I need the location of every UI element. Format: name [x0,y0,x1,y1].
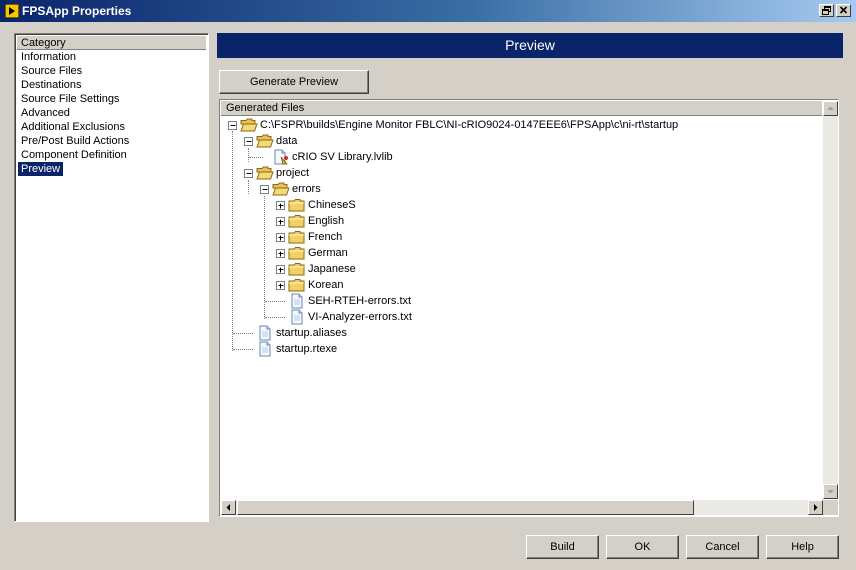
arrow-down-icon [827,490,834,494]
tree-label: C:\FSPR\builds\Engine Monitor FBLC\NI-cR… [260,119,679,131]
category-item-source-files[interactable]: Source Files [18,64,85,78]
help-button[interactable]: Help [766,535,839,559]
horizontal-scrollbar[interactable] [221,500,823,515]
category-item-additional-exclusions[interactable]: Additional Exclusions [18,120,128,134]
restore-icon [822,6,831,15]
category-item-preview[interactable]: Preview [18,162,64,176]
tree-label: data [276,135,298,147]
tree-connector [248,180,249,194]
scroll-up-button[interactable] [823,101,838,116]
tree-label: ChineseS [308,199,356,211]
tree-label: cRIO SV Library.lvlib [292,151,393,163]
page-title: Preview [217,33,843,58]
build-button[interactable]: Build [526,535,599,559]
folder-open-icon [256,165,274,181]
arrow-right-icon [814,504,818,511]
tree-connector [265,301,285,302]
tree-label: errors [292,183,321,195]
generate-preview-button[interactable]: Generate Preview [219,70,369,94]
expand-icon[interactable] [276,233,285,242]
scroll-left-button[interactable] [221,500,236,515]
close-button[interactable] [836,4,851,17]
expand-icon[interactable] [276,249,285,258]
expand-icon[interactable] [276,201,285,210]
tree-label: Japanese [308,263,356,275]
ok-button[interactable]: OK [606,535,679,559]
category-header: Category [17,36,206,50]
expand-icon[interactable] [276,217,285,226]
tree-label: startup.aliases [276,327,347,339]
category-item-advanced[interactable]: Advanced [18,106,73,120]
scroll-right-button[interactable] [808,500,823,515]
folder-open-icon [240,117,258,133]
tree-connector [233,333,253,334]
tree-label: Korean [308,279,344,291]
app-icon [5,4,19,18]
file-icon [256,341,274,357]
collapse-icon[interactable] [244,169,253,178]
category-list[interactable]: Category Information Source Files Destin… [14,33,209,522]
cancel-button[interactable]: Cancel [686,535,759,559]
tree-label: English [308,215,345,227]
arrow-left-icon [226,504,230,511]
generated-files-tree[interactable]: Generated Files C:\FSPR\builds\Engine Mo… [219,99,839,517]
folder-open-icon [272,181,290,197]
tree-label: French [308,231,343,243]
tree-connector [232,131,233,351]
library-icon [272,149,290,165]
tree-label: project [276,167,310,179]
category-item-information[interactable]: Information [18,50,79,64]
title-bar[interactable]: FPSApp Properties [0,0,856,22]
restore-button[interactable] [819,4,834,17]
category-item-source-file-settings[interactable]: Source File Settings [18,92,122,106]
file-icon [288,309,306,325]
category-item-pre-post-build-actions[interactable]: Pre/Post Build Actions [18,134,132,148]
category-item-destinations[interactable]: Destinations [18,78,85,92]
tree-connector [249,157,263,158]
properties-window: FPSApp Properties Category Information S… [0,0,856,570]
folder-icon [288,197,306,213]
category-item-component-definition[interactable]: Component Definition [18,148,130,162]
collapse-icon[interactable] [228,121,237,130]
tree-label: SEH-RTEH-errors.txt [308,295,412,307]
expand-icon[interactable] [276,281,285,290]
folder-icon [288,213,306,229]
folder-icon [288,245,306,261]
window-title: FPSApp Properties [22,4,132,18]
folder-icon [288,261,306,277]
arrow-up-icon [827,106,834,110]
tree-header: Generated Files [221,101,822,116]
folder-icon [288,277,306,293]
expand-icon[interactable] [276,265,285,274]
horizontal-scroll-thumb[interactable] [237,500,694,515]
scroll-down-button[interactable] [823,484,838,499]
collapse-icon[interactable] [244,137,253,146]
tree-connector [265,317,285,318]
tree-label: VI-Analyzer-errors.txt [308,311,412,323]
tree-label: German [308,247,348,259]
file-icon [288,293,306,309]
folder-icon [288,229,306,245]
scroll-corner [823,500,838,515]
tree-connector [233,349,253,350]
folder-open-icon [256,133,274,149]
tree-label: startup.rtexe [276,343,338,355]
close-icon [839,6,848,14]
vertical-scrollbar[interactable] [823,101,838,499]
collapse-icon[interactable] [260,185,269,194]
tree-connector [248,148,249,162]
file-icon [256,325,274,341]
